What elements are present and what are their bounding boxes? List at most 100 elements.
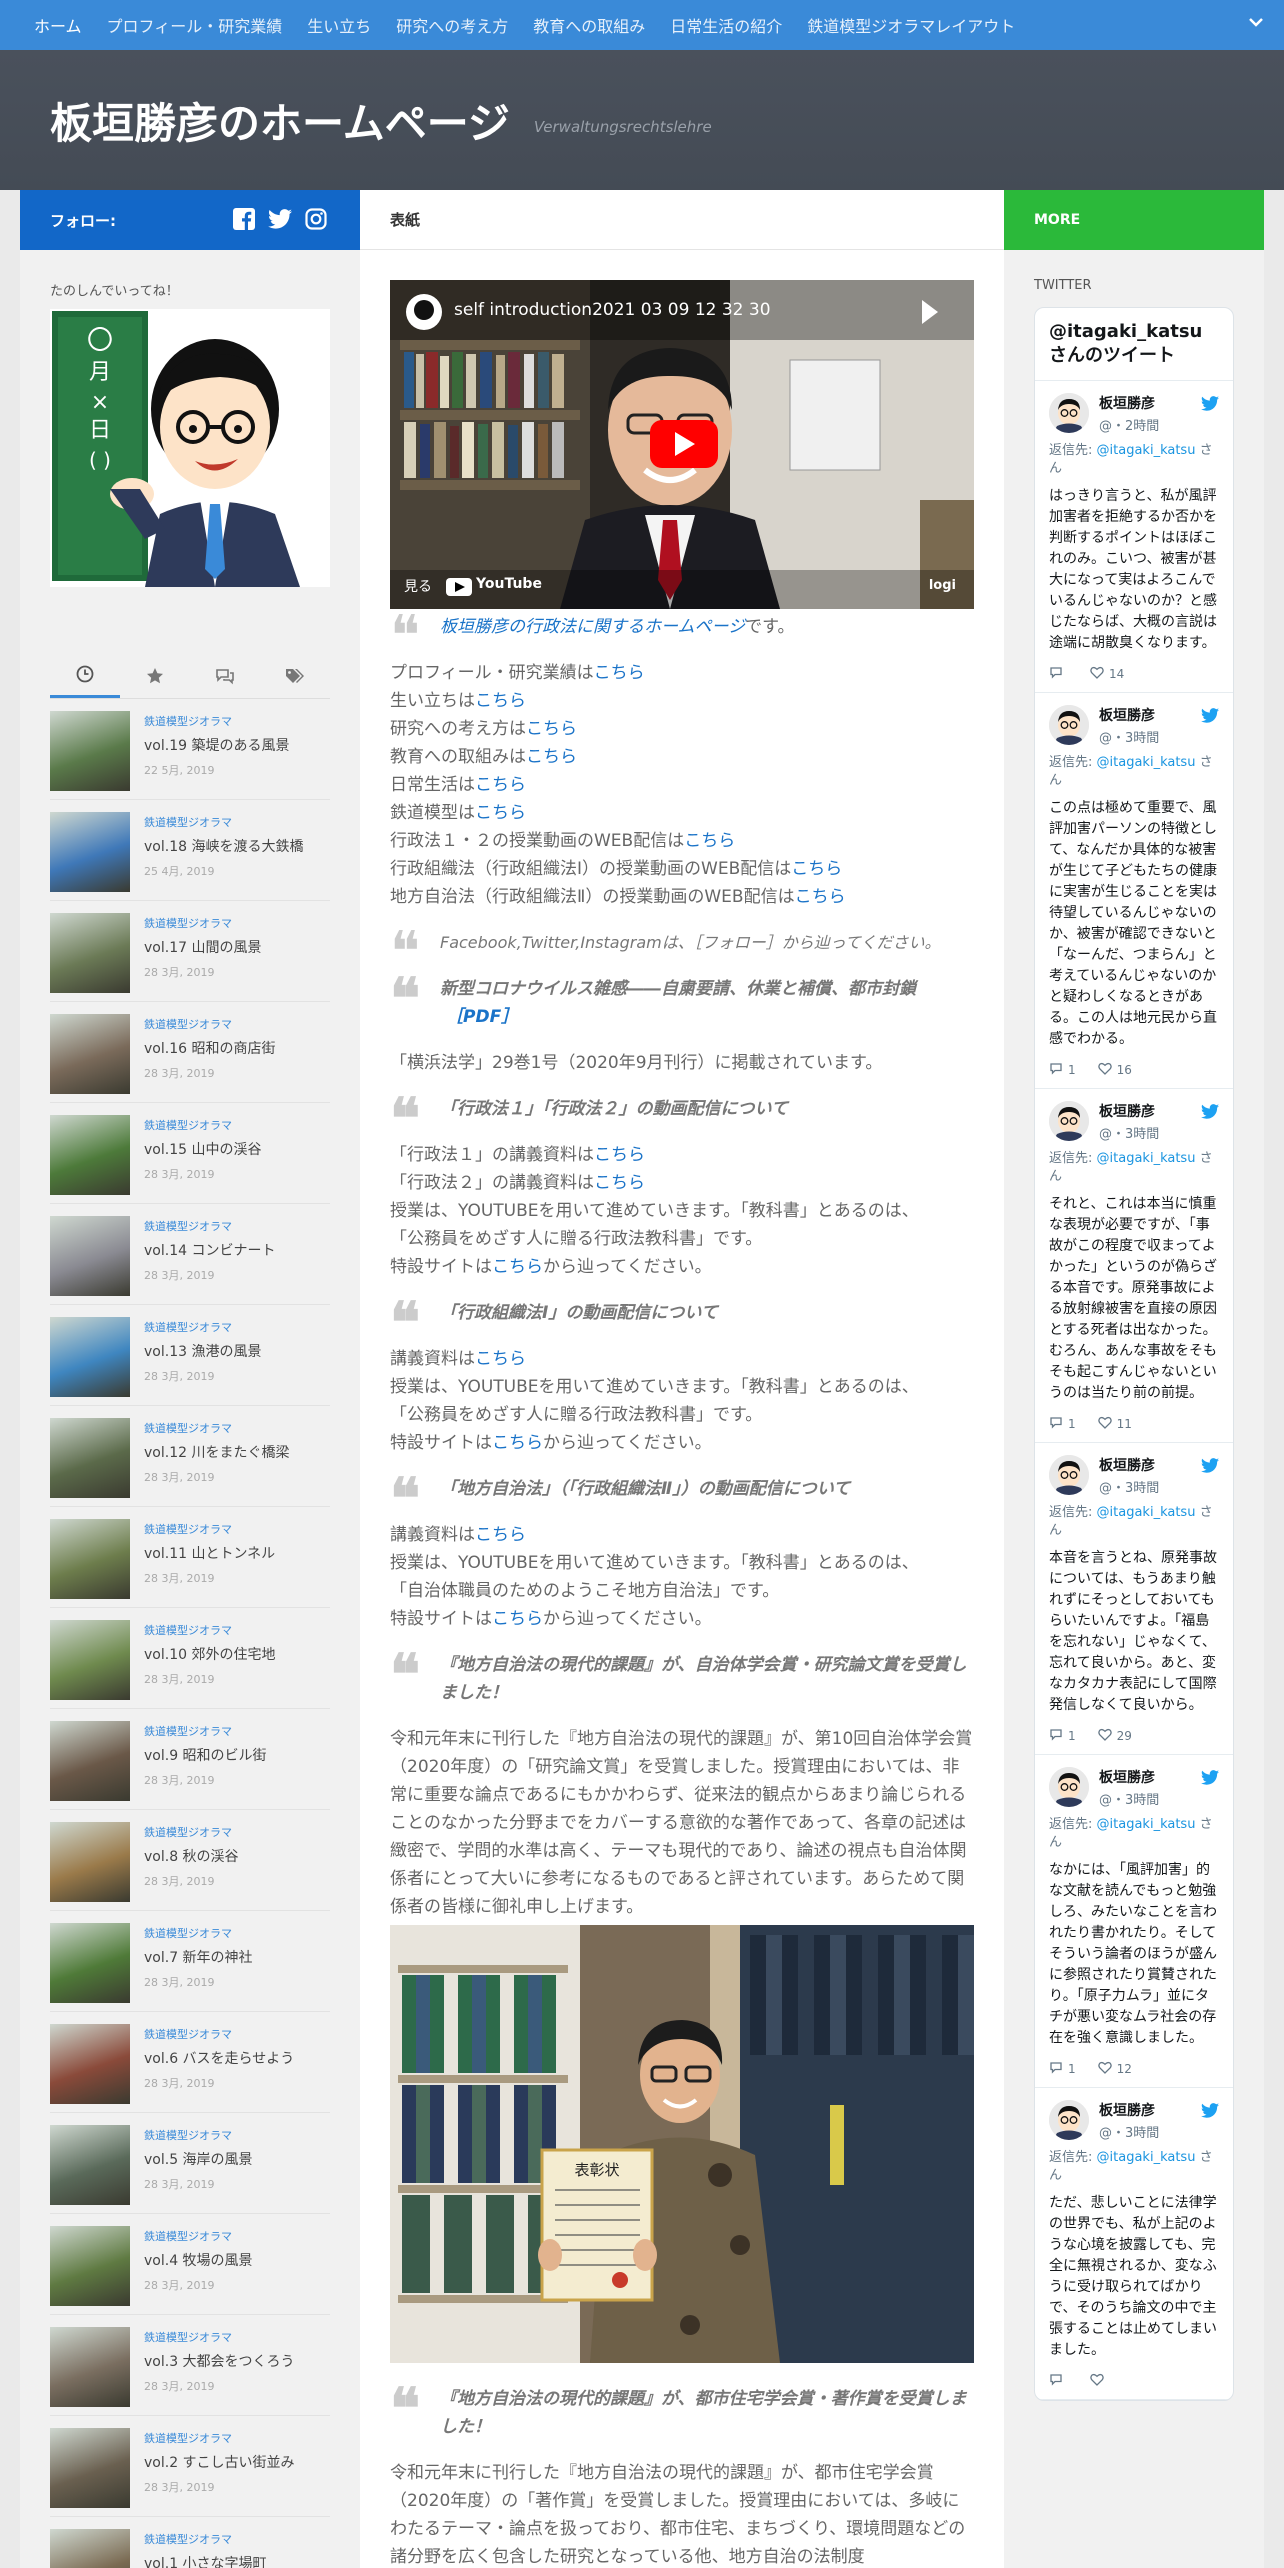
link-row-link[interactable]: こちら: [791, 859, 842, 879]
facebook-icon[interactable]: [232, 207, 256, 231]
link-row-link[interactable]: こちら: [684, 831, 735, 851]
intro-link[interactable]: 板垣勝彦の行政法に関するホームページ: [440, 617, 745, 637]
avatar[interactable]: [1049, 1101, 1089, 1141]
post-thumbnail[interactable]: [50, 1115, 130, 1195]
tweet-author[interactable]: 板垣勝彦: [1099, 1101, 1159, 1121]
twitter-bird-icon[interactable]: [1201, 1457, 1219, 1478]
list-item[interactable]: 鉄道模型ジオラマ vol.8 秋の渓谷 28 3月, 2019: [50, 1810, 330, 1911]
post-thumbnail[interactable]: [50, 1923, 130, 2003]
tweet-author[interactable]: 板垣勝彦: [1099, 393, 1159, 413]
avatar[interactable]: [1049, 393, 1089, 433]
link-row-link[interactable]: こちら: [594, 663, 645, 683]
list-item[interactable]: 鉄道模型ジオラマ vol.15 山中の渓谷 28 3月, 2019: [50, 1103, 330, 1204]
video-title[interactable]: self introduction2021 03 09 12 32 30: [454, 300, 771, 320]
soshiki-lecture-link[interactable]: こちら: [475, 1349, 526, 1369]
nav-item-research[interactable]: 研究への考え方: [396, 13, 508, 37]
tweet[interactable]: 板垣勝彦 @・3時間 返信先: @itagaki_katsu さん この点は極めて重要…: [1035, 693, 1233, 1089]
post-title[interactable]: vol.15 山中の渓谷: [144, 1139, 261, 1159]
post-category[interactable]: 鉄道模型ジオラマ: [144, 814, 303, 830]
post-title[interactable]: vol.14 コンビナート: [144, 1240, 275, 1260]
gyosei-special-link[interactable]: こちら: [492, 1257, 543, 1277]
post-title[interactable]: vol.10 郊外の住宅地: [144, 1644, 275, 1664]
post-thumbnail[interactable]: [50, 1317, 130, 1397]
tab-tags[interactable]: [260, 657, 330, 698]
nav-item-home[interactable]: ホーム: [34, 13, 82, 37]
post-title[interactable]: vol.12 川をまたぐ橋梁: [144, 1442, 289, 1462]
link-row-link[interactable]: こちら: [526, 747, 577, 767]
list-item[interactable]: 鉄道模型ジオラマ vol.11 山とトンネル 28 3月, 2019: [50, 1507, 330, 1608]
avatar[interactable]: [1049, 705, 1089, 745]
post-category[interactable]: 鉄道模型ジオラマ: [144, 2329, 295, 2345]
post-title[interactable]: vol.11 山とトンネル: [144, 1543, 275, 1563]
reply-handle-link[interactable]: @itagaki_katsu: [1097, 1817, 1196, 1832]
like-action[interactable]: 16: [1097, 1062, 1132, 1078]
post-title[interactable]: vol.1 小さな字場町: [144, 2553, 267, 2568]
post-title[interactable]: vol.8 秋の渓谷: [144, 1846, 239, 1866]
tweet-author[interactable]: 板垣勝彦: [1099, 1767, 1159, 1787]
reply-handle-link[interactable]: @itagaki_katsu: [1097, 2150, 1196, 2165]
nav-item-upbringing[interactable]: 生い立ち: [307, 13, 371, 37]
tweet-time[interactable]: @・2時間: [1099, 415, 1159, 434]
list-item[interactable]: 鉄道模型ジオラマ vol.4 牧場の風景 28 3月, 2019: [50, 2214, 330, 2315]
link-row-link[interactable]: こちら: [475, 803, 526, 823]
nav-item-education[interactable]: 教育への取組み: [533, 13, 645, 37]
post-thumbnail[interactable]: [50, 2125, 130, 2205]
twitter-icon[interactable]: [268, 207, 292, 231]
tweet-author[interactable]: 板垣勝彦: [1099, 1455, 1159, 1475]
reply-action[interactable]: 1: [1049, 1416, 1076, 1432]
twitter-header[interactable]: @itagaki_katsuさんのツイート: [1035, 308, 1233, 381]
link-row-link[interactable]: こちら: [475, 691, 526, 711]
tweet-time[interactable]: @・3時間: [1099, 1477, 1159, 1496]
covid-pdf-link[interactable]: ［PDF］: [446, 1007, 518, 1027]
nav-item-daily[interactable]: 日常生活の紹介: [670, 13, 782, 37]
post-thumbnail[interactable]: [50, 1620, 130, 1700]
tab-comments[interactable]: [190, 657, 260, 698]
reply-action[interactable]: [1049, 2373, 1068, 2389]
list-item[interactable]: 鉄道模型ジオラマ vol.1 小さな字場町: [50, 2517, 330, 2568]
list-item[interactable]: 鉄道模型ジオラマ vol.9 昭和のビル街 28 3月, 2019: [50, 1709, 330, 1810]
chiho-lecture-link[interactable]: こちら: [475, 1525, 526, 1545]
post-category[interactable]: 鉄道模型ジオラマ: [144, 1723, 267, 1739]
avatar[interactable]: [1049, 1767, 1089, 1807]
list-item[interactable]: 鉄道模型ジオラマ vol.6 バスを走らせよう 28 3月, 2019: [50, 2012, 330, 2113]
video-embed[interactable]: self introduction2021 03 09 12 32 30 見る …: [390, 280, 974, 609]
post-title[interactable]: vol.19 築堤のある風景: [144, 735, 289, 755]
list-item[interactable]: 鉄道模型ジオラマ vol.3 大都会をつくろう 28 3月, 2019: [50, 2315, 330, 2416]
list-item[interactable]: 鉄道模型ジオラマ vol.5 海岸の風景 28 3月, 2019: [50, 2113, 330, 2214]
post-thumbnail[interactable]: [50, 812, 130, 892]
post-title[interactable]: vol.6 バスを走らせよう: [144, 2048, 294, 2068]
post-category[interactable]: 鉄道模型ジオラマ: [144, 2531, 267, 2547]
tab-popular[interactable]: [120, 657, 190, 698]
post-category[interactable]: 鉄道模型ジオラマ: [144, 1218, 275, 1234]
tweet[interactable]: 板垣勝彦 @・3時間 返信先: @itagaki_katsu さん それと、これは本当…: [1035, 1089, 1233, 1443]
like-action[interactable]: [1090, 2373, 1109, 2389]
list-item[interactable]: 鉄道模型ジオラマ vol.18 海峡を渡る大鉄橋 25 4月, 2019: [50, 800, 330, 901]
post-category[interactable]: 鉄道模型ジオラマ: [144, 1622, 275, 1638]
list-item[interactable]: 鉄道模型ジオラマ vol.13 漁港の風景 28 3月, 2019: [50, 1305, 330, 1406]
tweet-time[interactable]: @・3時間: [1099, 2122, 1159, 2141]
gyosei-l2-link[interactable]: こちら: [594, 1173, 645, 1193]
twitter-bird-icon[interactable]: [1201, 395, 1219, 416]
post-thumbnail[interactable]: [50, 1418, 130, 1498]
tweet[interactable]: 板垣勝彦 @・2時間 返信先: @itagaki_katsu さん はっきり言うと、私…: [1035, 381, 1233, 693]
post-thumbnail[interactable]: [50, 1721, 130, 1801]
reply-action[interactable]: 1: [1049, 2061, 1076, 2077]
post-category[interactable]: 鉄道模型ジオラマ: [144, 1420, 289, 1436]
list-item[interactable]: 鉄道模型ジオラマ vol.2 すこし古い街並み 28 3月, 2019: [50, 2416, 330, 2517]
post-thumbnail[interactable]: [50, 711, 130, 791]
post-thumbnail[interactable]: [50, 2226, 130, 2306]
post-thumbnail[interactable]: [50, 1014, 130, 1094]
tweet[interactable]: 板垣勝彦 @・3時間 返信先: @itagaki_katsu さん 本音を言うとね、原…: [1035, 1443, 1233, 1755]
avatar[interactable]: [1049, 1455, 1089, 1495]
tweet-author[interactable]: 板垣勝彦: [1099, 705, 1159, 725]
post-category[interactable]: 鉄道模型ジオラマ: [144, 1117, 261, 1133]
post-category[interactable]: 鉄道模型ジオラマ: [144, 1016, 275, 1032]
post-thumbnail[interactable]: [50, 1519, 130, 1599]
twitter-bird-icon[interactable]: [1201, 1769, 1219, 1790]
like-action[interactable]: 14: [1090, 666, 1124, 682]
tweet-time[interactable]: @・3時間: [1099, 727, 1159, 746]
like-action[interactable]: 11: [1097, 1416, 1132, 1432]
like-action[interactable]: 12: [1097, 2061, 1132, 2077]
post-title[interactable]: vol.9 昭和のビル街: [144, 1745, 267, 1765]
tweet[interactable]: 板垣勝彦 @・3時間 返信先: @itagaki_katsu さん なかには、「風評加…: [1035, 1755, 1233, 2088]
